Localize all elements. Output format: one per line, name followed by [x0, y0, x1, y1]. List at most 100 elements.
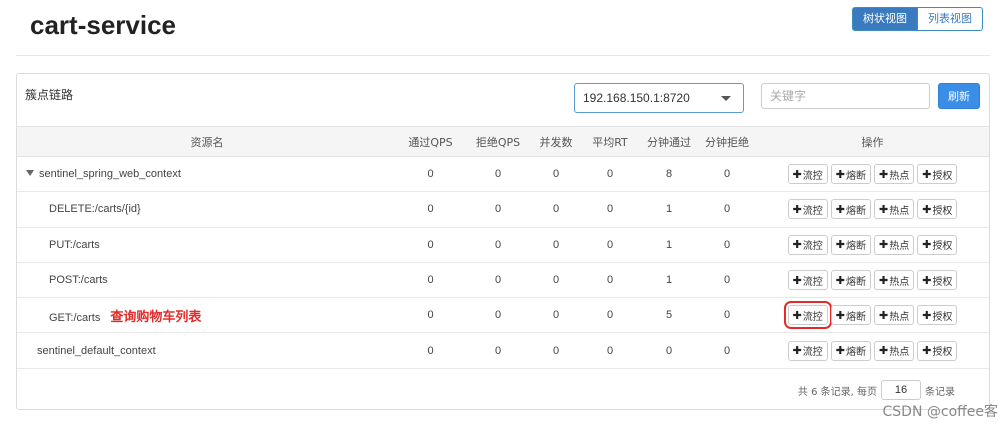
col-header-concurrency: 并发数: [532, 126, 580, 157]
plus-icon: ✚: [835, 238, 845, 252]
refresh-button[interactable]: 刷新: [938, 83, 980, 109]
flow-control-button[interactable]: ✚ 流控: [787, 270, 828, 291]
resource-name-cell: POST:/carts: [17, 262, 397, 297]
hotspot-button[interactable]: ✚ 热点: [874, 164, 915, 185]
metric-cell: 0: [606, 274, 614, 287]
actions-group: ✚ 流控 ✚ 熔断 ✚ 热点 ✚ 授权: [756, 199, 989, 220]
resource-name-cell: DELETE:/carts/{id}: [17, 192, 397, 227]
flow-control-button[interactable]: ✚ 流控: [787, 199, 828, 220]
authority-button[interactable]: ✚ 授权: [917, 199, 958, 220]
pager-unit-text: 条记录: [925, 386, 955, 398]
degrade-button[interactable]: ✚ 熔断: [830, 199, 871, 220]
metric-cell: 0: [606, 203, 614, 216]
metric-cell: 0: [606, 168, 614, 181]
metric-cell: 0: [494, 274, 502, 287]
actions-group: ✚ 流控 ✚ 熔断 ✚ 热点 ✚ 授权: [756, 301, 989, 330]
table-body: sentinel_spring_web_context 0 0 0 0 8 0 ✚ 流控 ✚ 熔断 ✚…: [17, 157, 989, 369]
page-size-input[interactable]: [881, 380, 921, 400]
actions-cell: ✚ 流控 ✚ 熔断 ✚ 热点 ✚ 授权: [756, 333, 989, 368]
actions-cell: ✚ 流控 ✚ 熔断 ✚ 热点 ✚ 授权: [756, 298, 989, 333]
action-label: 热点: [889, 311, 910, 323]
metric-cell: 0: [494, 168, 502, 181]
degrade-button[interactable]: ✚ 熔断: [830, 340, 871, 361]
action-label: 熔断: [846, 347, 866, 359]
flow-control-button[interactable]: ✚ 流控: [787, 164, 828, 185]
metric-cell: 0: [427, 238, 434, 251]
plus-icon: ✚: [922, 273, 932, 287]
action-label: 授权: [932, 241, 953, 253]
action-label: 授权: [932, 311, 953, 323]
hotspot-button[interactable]: ✚ 热点: [874, 305, 915, 326]
metric-cell: 0: [427, 309, 434, 322]
action-label: 熔断: [846, 241, 866, 253]
hotspot-button[interactable]: ✚ 热点: [874, 199, 915, 220]
flow-control-button[interactable]: ✚ 流控: [783, 301, 832, 330]
tree-view-button[interactable]: 树状视图: [852, 7, 918, 31]
tree-collapse-icon[interactable]: [26, 170, 34, 177]
view-toggle: 树状视图 列表视图: [852, 7, 983, 31]
table-row: DELETE:/carts/{id} 0 0 0 0 1 0 ✚ 流控 ✚ 熔断 ✚ 热点 ✚ 授权: [17, 192, 989, 228]
metric-cell: 0: [665, 344, 673, 357]
degrade-button[interactable]: ✚ 熔断: [830, 270, 871, 291]
header-divider: [16, 55, 990, 56]
actions-group: ✚ 流控 ✚ 熔断 ✚ 热点 ✚ 授权: [756, 164, 989, 185]
plus-icon: ✚: [792, 308, 802, 322]
actions-cell: ✚ 流控 ✚ 熔断 ✚ 热点 ✚ 授权: [756, 157, 989, 192]
metric-cell: 0: [494, 203, 502, 216]
hotspot-button[interactable]: ✚ 热点: [874, 340, 915, 361]
chevron-down-icon: [721, 96, 731, 101]
hotspot-button[interactable]: ✚ 热点: [874, 234, 915, 255]
table-row: POST:/carts 0 0 0 0 1 0 ✚ 流控 ✚ 熔断 ✚ 热点 ✚ 授权: [17, 262, 989, 298]
col-header-minute-pass: 分钟通过: [640, 126, 698, 157]
hotspot-button[interactable]: ✚ 热点: [874, 270, 915, 291]
resource-panel: 簇点链路 192.168.150.1:8720 刷新 资源名 通过QPS 拒绝Q…: [16, 73, 990, 410]
authority-button[interactable]: ✚ 授权: [917, 234, 958, 255]
table-row: sentinel_spring_web_context 0 0 0 0 8 0 ✚ 流控 ✚ 熔断 ✚…: [17, 157, 989, 192]
actions-cell: ✚ 流控 ✚ 熔断 ✚ 热点 ✚ 授权: [756, 192, 989, 227]
authority-button[interactable]: ✚ 授权: [917, 305, 958, 326]
resource-table: 资源名 通过QPS 拒绝QPS 并发数 平均RT 分钟通过 分钟拒绝 操作 se…: [17, 126, 989, 369]
plus-icon: ✚: [922, 202, 932, 216]
machine-select[interactable]: 192.168.150.1:8720: [574, 83, 744, 113]
col-header-pass-qps: 通过QPS: [397, 126, 464, 157]
table-header-row: 资源名 通过QPS 拒绝QPS 并发数 平均RT 分钟通过 分钟拒绝 操作: [17, 126, 989, 157]
resource-name: sentinel_default_context: [37, 344, 156, 357]
metric-cell: 0: [552, 274, 560, 287]
action-label: 熔断: [846, 170, 866, 182]
resource-name: GET:/carts: [49, 311, 101, 324]
col-header-block-qps: 拒绝QPS: [464, 126, 532, 157]
metric-cell: 0: [494, 309, 502, 322]
metric-cell: 0: [723, 203, 731, 216]
metric-cell: 0: [427, 203, 434, 216]
table-row: PUT:/carts 0 0 0 0 1 0 ✚ 流控 ✚ 熔断 ✚ 热点 ✚ 授权: [17, 227, 989, 263]
authority-button[interactable]: ✚ 授权: [917, 164, 958, 185]
action-label: 流控: [802, 241, 823, 253]
degrade-button[interactable]: ✚ 熔断: [830, 234, 871, 255]
metric-cell: 0: [494, 344, 502, 357]
flow-control-button[interactable]: ✚ 流控: [787, 234, 828, 255]
degrade-button[interactable]: ✚ 熔断: [830, 305, 871, 326]
plus-icon: ✚: [879, 202, 889, 216]
authority-button[interactable]: ✚ 授权: [917, 340, 958, 361]
plus-icon: ✚: [835, 202, 845, 216]
plus-icon: ✚: [792, 273, 802, 287]
action-label: 授权: [932, 347, 953, 359]
degrade-button[interactable]: ✚ 熔断: [830, 164, 871, 185]
plus-icon: ✚: [922, 167, 932, 181]
plus-icon: ✚: [922, 308, 932, 322]
keyword-input[interactable]: [761, 83, 930, 109]
table-row: GET:/carts 查询购物车列表 0 0 0 0 5 0 ✚ 流控 ✚ 熔断 ✚ 热点 ✚ 授权: [17, 298, 989, 333]
flow-control-button[interactable]: ✚ 流控: [787, 340, 828, 361]
metric-cell: 0: [723, 309, 731, 322]
action-label: 流控: [802, 205, 823, 217]
metric-cell: 0: [427, 344, 434, 357]
plus-icon: ✚: [879, 308, 889, 322]
pager: 共 6 条记录, 每页 条记录: [798, 380, 955, 400]
metric-cell: 0: [552, 203, 560, 216]
plus-icon: ✚: [879, 344, 889, 358]
authority-button[interactable]: ✚ 授权: [917, 270, 958, 291]
metric-cell: 0: [552, 168, 560, 181]
metric-cell: 0: [723, 344, 731, 357]
list-view-button[interactable]: 列表视图: [918, 7, 983, 31]
metric-cell: 0: [552, 309, 560, 322]
